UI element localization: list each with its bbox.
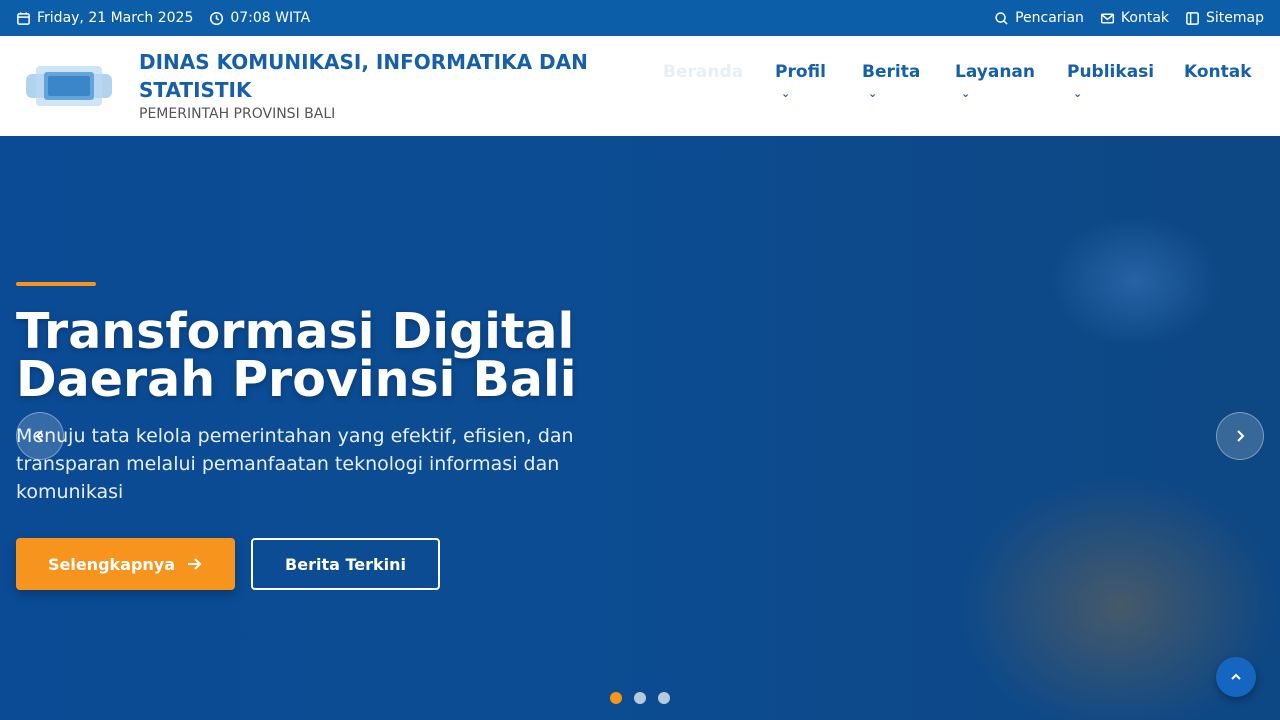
time-text: 07:08 WITA: [230, 10, 311, 26]
sitemap-link[interactable]: Sitemap: [1185, 10, 1264, 26]
slider-dots: [610, 692, 670, 704]
hero-title: Transformasi Digital Daerah Provinsi Bal…: [16, 307, 656, 404]
hero-accent-line: [16, 282, 96, 286]
calendar-icon: [17, 11, 30, 25]
contact-link-label: Kontak: [1120, 10, 1170, 26]
clock-icon: [210, 11, 224, 25]
nav-item-berita[interactable]: Berita ⌄: [862, 62, 920, 100]
slider-prev-button[interactable]: [16, 412, 64, 460]
logo-layer: [48, 76, 90, 96]
slider-dot-1[interactable]: [610, 692, 622, 704]
sitemap-link-label: Sitemap: [1206, 10, 1264, 26]
site-logo[interactable]: [26, 64, 112, 108]
nav-item-label: Beranda: [663, 62, 744, 82]
nav-item-beranda[interactable]: Beranda: [663, 62, 743, 82]
latest-news-label: Berita Terkini: [285, 554, 406, 574]
back-to-top-button[interactable]: [1216, 657, 1256, 697]
date-text: Friday, 21 March 2025: [37, 10, 194, 26]
search-link-label: Pencarian: [1015, 10, 1084, 26]
arrow-right-icon: [188, 558, 202, 570]
chevron-up-icon: [1231, 673, 1241, 680]
search-link[interactable]: Pencarian: [994, 10, 1084, 26]
nav-item-publikasi[interactable]: Publikasi ⌄: [1067, 62, 1154, 100]
mail-icon: [1100, 13, 1114, 23]
contact-link[interactable]: Kontak: [1100, 10, 1169, 26]
nav-item-profil[interactable]: Profil ⌄: [775, 62, 826, 100]
hero-slider: Transformasi Digital Daerah Provinsi Bal…: [0, 136, 1280, 720]
site-title[interactable]: DINAS KOMUNIKASI, INFORMATIKA DAN STATIS…: [139, 48, 639, 104]
site-subtitle: PEMERINTAH PROVINSI BALI: [139, 106, 336, 122]
latest-news-button[interactable]: Berita Terkini: [251, 538, 440, 590]
site-header: DINAS KOMUNIKASI, INFORMATIKA DAN STATIS…: [0, 36, 1280, 136]
top-bar-links: Pencarian Kontak Sitemap: [994, 10, 1264, 26]
current-time: 07:08 WITA: [209, 10, 310, 26]
chevron-down-icon: ⌄: [868, 87, 878, 100]
hero-description: Menuju tata kelola pemerintahan yang efe…: [16, 425, 574, 503]
read-more-label: Selengkapnya: [47, 554, 176, 574]
hero-title-line: Daerah Provinsi Bali: [16, 351, 577, 408]
chevron-down-icon: ⌄: [961, 87, 971, 100]
hero-background-glow: [1050, 216, 1220, 346]
slider-dot-3[interactable]: [658, 692, 670, 704]
sitemap-icon: [1186, 11, 1199, 25]
read-more-button[interactable]: Selengkapnya: [16, 538, 235, 590]
chevron-left-icon: [35, 430, 43, 442]
nav-item-label: Profil: [775, 62, 826, 82]
slider-dot-2[interactable]: [634, 692, 646, 704]
nav-item-label: Publikasi: [1067, 62, 1155, 82]
search-icon: [995, 11, 1008, 25]
chevron-right-icon: [1237, 430, 1245, 442]
nav-item-label: Berita: [862, 62, 921, 82]
brand-block: DINAS KOMUNIKASI, INFORMATIKA DAN STATIS…: [139, 48, 639, 122]
slider-next-button[interactable]: [1216, 412, 1264, 460]
nav-item-layanan[interactable]: Layanan ⌄: [955, 62, 1035, 100]
nav-item-kontak[interactable]: Kontak: [1184, 62, 1252, 82]
top-bar: Friday, 21 March 2025 07:08 WITA Pencari…: [0, 0, 1280, 36]
chevron-down-icon: ⌄: [1073, 87, 1083, 100]
nav-item-label: Layanan: [955, 62, 1036, 82]
nav-item-label: Kontak: [1184, 62, 1252, 82]
current-date: Friday, 21 March 2025: [16, 10, 193, 26]
chevron-down-icon: ⌄: [781, 87, 791, 100]
top-bar-info: Friday, 21 March 2025 07:08 WITA: [16, 10, 310, 26]
